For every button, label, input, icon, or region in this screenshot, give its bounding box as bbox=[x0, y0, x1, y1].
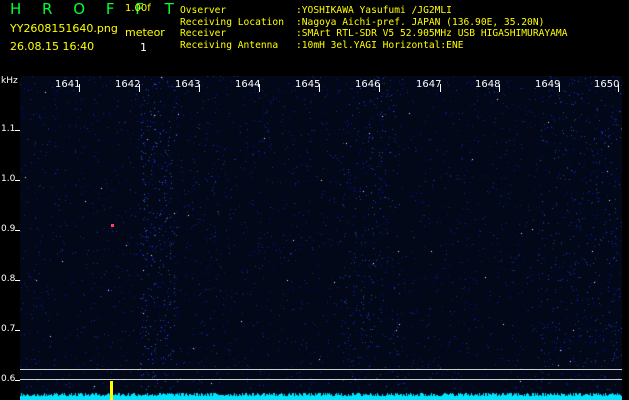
info-key: Receiving Antenna bbox=[180, 39, 279, 51]
info-row-observer: Ovserver :YOSHIKAWA Yasufumi /JG2MLI bbox=[180, 5, 567, 17]
info-row-antenna: Receiving Antenna :10mH 3el.YAGI Horizont… bbox=[180, 40, 567, 52]
x-tick bbox=[499, 84, 500, 92]
info-key: Receiving Location bbox=[180, 16, 284, 28]
y-tick bbox=[15, 330, 20, 331]
meteor-echo-mark bbox=[111, 224, 114, 227]
spectrogram bbox=[20, 76, 622, 400]
capture-datetime: 26.08.15 16:40 bbox=[10, 40, 95, 53]
x-tick bbox=[379, 84, 380, 92]
info-row-location: Receiving Location :Nagoya Aichi-pref. JA… bbox=[180, 17, 567, 29]
y-tick bbox=[15, 380, 20, 381]
meteor-label: meteor bbox=[125, 26, 165, 39]
y-tick-label: 1.1 bbox=[1, 124, 16, 134]
x-tick bbox=[319, 84, 320, 92]
reference-line bbox=[20, 369, 622, 370]
file-name: YY2608151640.png bbox=[10, 22, 118, 35]
x-tick-label: 1649 bbox=[535, 79, 561, 90]
x-tick-label: 1641 bbox=[55, 79, 81, 90]
header-panel: H R O F F T 1.00f YY2608151640.png 26.08… bbox=[0, 0, 629, 76]
x-tick bbox=[440, 84, 441, 92]
frequency-axis: kHz 1.1 1.0 0.9 0.8 0.7 0.6 bbox=[0, 76, 20, 400]
x-tick bbox=[139, 84, 140, 92]
y-tick-label: 0.8 bbox=[1, 274, 16, 284]
meteor-time-marker bbox=[110, 381, 113, 400]
info-value: :SMArt RTL-SDR V5 52.905MHz USB HIGASHIM… bbox=[296, 28, 568, 40]
station-info: Ovserver :YOSHIKAWA Yasufumi /JG2MLI Rece… bbox=[180, 5, 567, 51]
y-tick bbox=[15, 230, 20, 231]
x-tick-label: 1646 bbox=[355, 79, 381, 90]
y-tick bbox=[15, 180, 20, 181]
x-tick-label: 1643 bbox=[175, 79, 201, 90]
y-tick-label: 0.6 bbox=[1, 374, 16, 384]
x-tick-label: 1645 bbox=[295, 79, 321, 90]
reference-line bbox=[20, 379, 622, 380]
info-key: Receiver bbox=[180, 28, 227, 40]
info-row-receiver: Receiver :SMArt RTL-SDR V5 52.905MHz USB … bbox=[180, 28, 567, 40]
app-version: 1.00f bbox=[125, 3, 151, 14]
x-tick bbox=[199, 84, 200, 92]
time-axis: 1641 1642 1643 1644 1645 1646 1647 1648 … bbox=[20, 79, 622, 93]
y-tick-label: 0.7 bbox=[1, 324, 16, 334]
meteor-count: 1 bbox=[140, 41, 147, 54]
y-tick bbox=[15, 130, 20, 131]
x-tick-label: 1648 bbox=[475, 79, 501, 90]
spectrogram-canvas bbox=[20, 76, 622, 400]
x-tick-label: 1642 bbox=[115, 79, 141, 90]
x-tick-label: 1650 bbox=[594, 79, 620, 90]
axis-unit: kHz bbox=[1, 76, 18, 86]
y-tick-label: 1.0 bbox=[1, 174, 16, 184]
app-title: H R O F F T bbox=[10, 0, 182, 18]
x-tick bbox=[259, 84, 260, 92]
x-tick-label: 1644 bbox=[235, 79, 261, 90]
x-tick-label: 1647 bbox=[416, 79, 442, 90]
y-tick-label: 0.9 bbox=[1, 224, 16, 234]
info-value: :10mH 3el.YAGI Horizontal:ENE bbox=[296, 39, 464, 51]
x-tick bbox=[618, 84, 619, 92]
info-value: :YOSHIKAWA Yasufumi /JG2MLI bbox=[296, 5, 452, 16]
y-tick bbox=[15, 280, 20, 281]
info-value: :Nagoya Aichi-pref. JAPAN (136.90E, 35.2… bbox=[296, 16, 545, 28]
x-tick bbox=[79, 84, 80, 92]
info-key: Ovserver bbox=[180, 5, 227, 16]
x-tick bbox=[559, 84, 560, 92]
